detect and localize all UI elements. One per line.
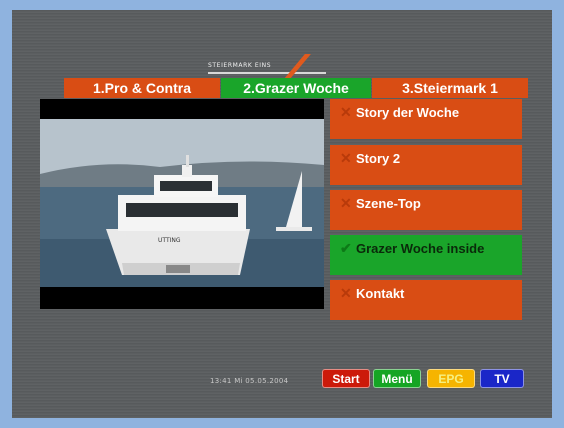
datetime-display: 13:41 Mi 05.05.2004: [210, 377, 289, 385]
menu-item-story-der-woche[interactable]: ✕ Story der Woche: [330, 99, 522, 139]
logo-underline: [208, 72, 326, 74]
menu-item-label: Kontakt: [356, 286, 405, 301]
tab-bar: 1.Pro & Contra 2.Grazer Woche 3.Steierma…: [64, 78, 528, 98]
menu-item-grazer-woche-inside[interactable]: ✔ Grazer Woche inside: [330, 235, 522, 275]
menu-item-szene-top[interactable]: ✕ Szene-Top: [330, 190, 522, 230]
tab-pro-contra[interactable]: 1.Pro & Contra: [64, 78, 220, 98]
menu-item-label: Story 2: [356, 151, 401, 166]
tab-steiermark-1[interactable]: 3.Steiermark 1: [372, 78, 528, 98]
menu-item-kontakt[interactable]: ✕ Kontakt: [330, 280, 522, 320]
epg-button[interactable]: EPG: [427, 369, 475, 388]
x-icon: ✕: [340, 104, 352, 120]
x-icon: ✕: [340, 195, 352, 211]
menu-item-label: Szene-Top: [356, 196, 421, 211]
tv-button[interactable]: TV: [480, 369, 524, 388]
video-preview: UTTING: [40, 99, 324, 309]
menu-button[interactable]: Menü: [373, 369, 421, 388]
menu-item-story-2[interactable]: ✕ Story 2: [330, 145, 522, 185]
channel-logo-text: STEIERMARK EINS: [208, 62, 272, 69]
boat-video-frame: UTTING: [40, 99, 324, 309]
logo-slash-icon: [283, 54, 311, 80]
start-button[interactable]: Start: [322, 369, 370, 388]
x-icon: ✕: [340, 150, 352, 166]
menu-item-label: Grazer Woche inside: [356, 241, 485, 256]
svg-text:UTTING: UTTING: [158, 237, 181, 244]
menu-item-label: Story der Woche: [356, 105, 460, 120]
check-icon: ✔: [340, 240, 352, 256]
tab-grazer-woche[interactable]: 2.Grazer Woche: [221, 78, 371, 98]
x-icon: ✕: [340, 285, 352, 301]
